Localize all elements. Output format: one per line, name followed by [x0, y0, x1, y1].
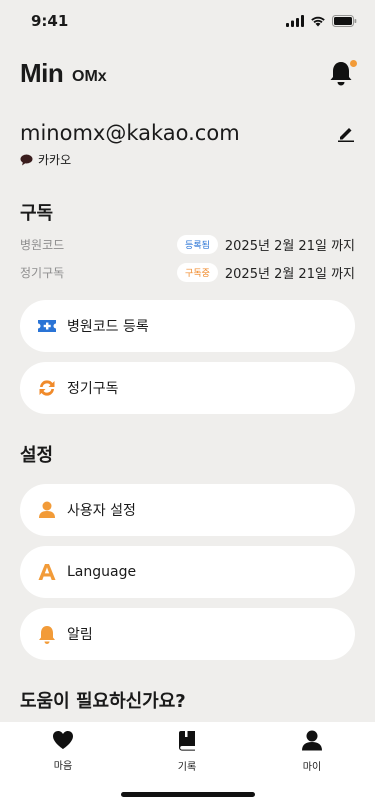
language-a-icon: [37, 562, 57, 582]
pencil-icon: [338, 128, 354, 142]
status-icons: [286, 15, 357, 27]
heart-icon: [53, 731, 73, 749]
tab-heart[interactable]: 마음: [33, 730, 93, 772]
card-label: 알림: [67, 627, 93, 643]
help-title: 도움이 필요하신가요?: [20, 691, 186, 712]
subscription-title: 구독: [20, 203, 54, 224]
card-label: 정기구독: [67, 381, 119, 397]
user-settings-button[interactable]: 사용자 설정: [20, 484, 355, 536]
status-time: 9:41: [31, 12, 69, 30]
bell-icon: [37, 624, 57, 644]
expiry-date: 2025년 2월 21일 까지: [224, 266, 355, 282]
row-label: 정기구독: [20, 265, 65, 280]
app-header: Min OMx: [20, 58, 357, 92]
logo-sub: OMx: [72, 68, 107, 85]
account-email: minomx@kakao.com: [20, 121, 240, 145]
home-indicator: [121, 792, 255, 797]
wifi-icon: [311, 16, 325, 27]
logo: Min: [20, 58, 64, 88]
expiry-date: 2025년 2월 21일 까지: [224, 238, 355, 254]
book-icon: [179, 731, 195, 751]
tab-label: 기록: [177, 762, 197, 773]
notification-dot: [350, 60, 357, 67]
refresh-icon: [37, 378, 57, 398]
tab-label: 마이: [302, 762, 322, 773]
signal-icon: [286, 15, 304, 27]
status-badge: 등록됨: [177, 234, 218, 254]
user-icon: [37, 500, 57, 520]
edit-account-button[interactable]: [337, 124, 355, 142]
settings-title: 설정: [20, 445, 54, 466]
ticket-plus-icon: [37, 316, 57, 336]
card-label: 사용자 설정: [67, 503, 136, 519]
card-label: Language: [67, 564, 137, 580]
language-button[interactable]: Language: [20, 546, 355, 598]
tab-label: 마음: [53, 761, 73, 772]
battery-icon: [332, 15, 357, 27]
subscription-row-hospital-code: 병원코드 등록됨 2025년 2월 21일 까지: [20, 234, 355, 254]
tab-my[interactable]: 마이: [282, 730, 342, 773]
regular-subscription-button[interactable]: 정기구독: [20, 362, 355, 414]
provider-label: 카카오: [38, 153, 72, 167]
speech-bubble-icon: [20, 154, 33, 165]
notifications-button[interactable]: 알림: [20, 608, 355, 660]
login-provider: 카카오: [20, 151, 71, 168]
tab-records[interactable]: 기록: [157, 730, 217, 773]
card-label: 병원코드 등록: [67, 319, 149, 335]
row-label: 병원코드: [20, 237, 65, 252]
subscription-row-regular: 정기구독 구독중 2025년 2월 21일 까지: [20, 262, 355, 282]
profile-icon: [302, 730, 322, 751]
notification-button[interactable]: [329, 60, 357, 88]
status-badge: 구독중: [177, 262, 218, 282]
status-bar: 9:41: [0, 0, 375, 44]
register-hospital-code-button[interactable]: 병원코드 등록: [20, 300, 355, 352]
